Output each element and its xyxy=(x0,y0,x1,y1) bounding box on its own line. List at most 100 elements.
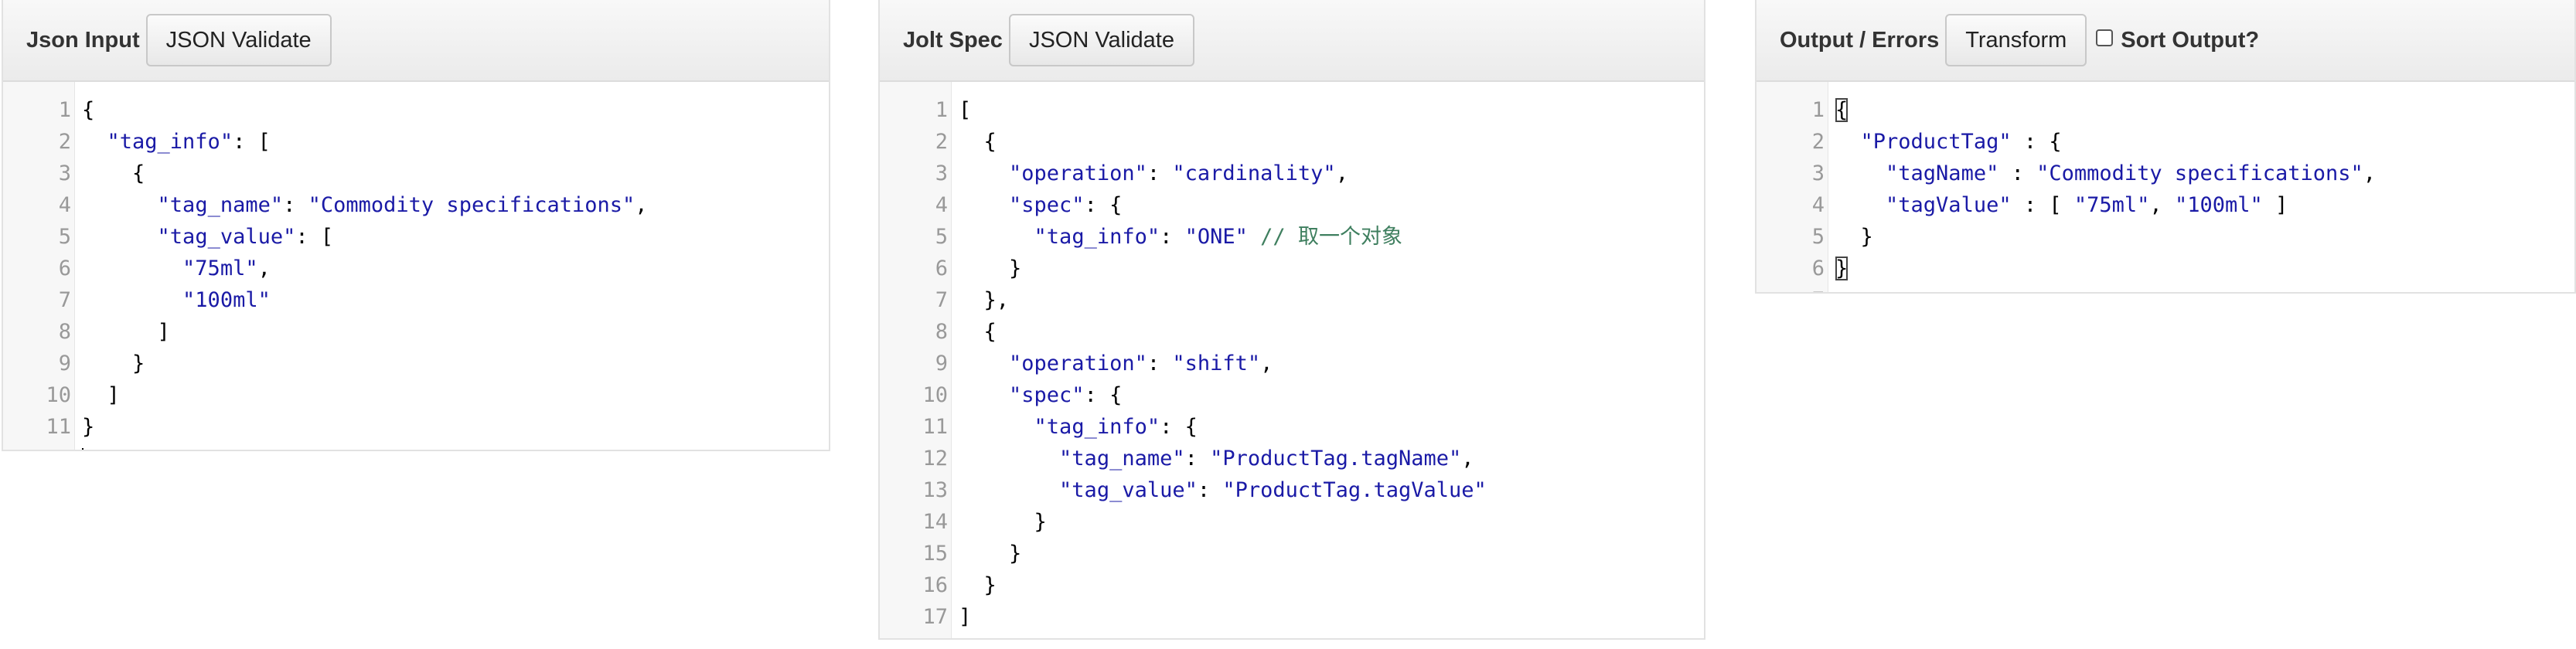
code-line: 9 "operation": "shift", xyxy=(880,348,1704,379)
json-string: "ONE" xyxy=(1184,225,1248,249)
code-lines: 1{2 "ProductTag" : {3 "tagName" : "Commo… xyxy=(1757,82,2574,292)
jolt-spec-editor[interactable]: 1[2 {3 "operation": "cardinality", 4 "spe… xyxy=(880,82,1704,638)
json-input-header: Json Input JSON Validate xyxy=(3,0,829,82)
code-line: 18 xyxy=(880,633,1704,638)
code-text: "operation": "cardinality", xyxy=(948,158,1348,189)
json-key: "tag_name" xyxy=(157,193,284,217)
code-text: } xyxy=(71,348,145,379)
line-number: 16 xyxy=(922,573,948,597)
code-line: 2 { xyxy=(880,126,1704,158)
code-punctuation: } xyxy=(82,352,145,375)
code-punctuation: , xyxy=(2363,161,2377,185)
jolt-spec-validate-button[interactable]: JSON Validate xyxy=(1008,14,1194,66)
json-string: "75ml" xyxy=(2073,193,2150,217)
code-line: 1{ xyxy=(3,94,829,126)
json-key: "ProductTag" xyxy=(1860,130,2012,154)
code-punctuation xyxy=(1248,225,1260,249)
code-line: 12 "tag_name": "ProductTag.tagName", xyxy=(880,443,1704,474)
code-line: 4 "tag_name": "Commodity specifications"… xyxy=(3,189,829,221)
line-number: 8 xyxy=(935,320,948,344)
line-number: 5 xyxy=(1811,225,1825,249)
line-number: 8 xyxy=(58,320,71,344)
line-number: 2 xyxy=(935,130,948,154)
line-number: 7 xyxy=(58,288,71,312)
code-text: "tag_name": "Commodity specifications", xyxy=(71,189,648,221)
code-punctuation: , xyxy=(635,193,648,217)
code-punctuation xyxy=(1835,193,1886,217)
sort-output-toggle[interactable]: Sort Output? xyxy=(2096,28,2259,53)
code-punctuation: : [ xyxy=(2011,193,2074,217)
line-number: 10 xyxy=(922,383,948,407)
code-punctuation: : xyxy=(283,193,308,217)
code-punctuation xyxy=(959,478,1059,502)
code-line: 5 "tag_info": "ONE" // 取一个对象 xyxy=(880,221,1704,253)
line-number: 6 xyxy=(58,257,71,280)
json-key: "tag_info" xyxy=(1034,225,1160,249)
json-string: "100ml" xyxy=(182,288,271,312)
code-punctuation xyxy=(959,225,1034,249)
sort-output-checkbox[interactable] xyxy=(2096,29,2114,46)
line-number: 12 xyxy=(922,447,948,471)
code-punctuation: : xyxy=(1147,161,1173,185)
json-input-editor[interactable]: 1{2 "tag_info": [3 {4 "tag_name": "Commo… xyxy=(3,82,829,450)
code-line: 7 "100ml" xyxy=(3,284,829,316)
transform-button[interactable]: Transform xyxy=(1945,14,2087,66)
code-line: 3 "operation": "cardinality", xyxy=(880,158,1704,189)
line-number: 6 xyxy=(1811,257,1825,280)
code-text: ] xyxy=(948,601,971,633)
code-text: "tag_info": { xyxy=(948,411,1198,443)
code-text: "tagValue" : [ "75ml", "100ml" ] xyxy=(1825,189,2288,221)
code-line: 2 "ProductTag" : { xyxy=(1757,126,2574,158)
code-punctuation: } xyxy=(1835,225,1873,249)
code-punctuation xyxy=(959,161,1009,185)
line-number: 1 xyxy=(935,98,948,122)
line-number: 13 xyxy=(922,478,948,502)
code-punctuation: : { xyxy=(1084,193,1123,217)
json-input-validate-button[interactable]: JSON Validate xyxy=(145,14,332,66)
code-line: 10 ] xyxy=(3,379,829,411)
code-line: 9 } xyxy=(3,348,829,379)
line-number: 3 xyxy=(1811,161,1825,185)
line-number: 6 xyxy=(935,257,948,280)
text-cursor xyxy=(82,447,83,450)
line-number: 2 xyxy=(58,130,71,154)
line-number: 11 xyxy=(922,415,948,439)
jolt-spec-header: Jolt Spec JSON Validate xyxy=(880,0,1704,82)
code-punctuation: , xyxy=(1461,447,1474,471)
code-line: 1{ xyxy=(1757,94,2574,126)
code-line: 1[ xyxy=(880,94,1704,126)
line-number: 2 xyxy=(1811,130,1825,154)
code-punctuation: ] xyxy=(82,383,120,407)
code-punctuation: , xyxy=(1335,161,1348,185)
code-line: 11} xyxy=(3,411,829,443)
jolt-spec-title: Jolt Spec xyxy=(903,27,1003,53)
code-punctuation: [ xyxy=(959,98,972,122)
code-line: 8 { xyxy=(880,316,1704,348)
code-text: "operation": "shift", xyxy=(948,348,1273,379)
code-text: { xyxy=(71,158,145,189)
code-line: 3 { xyxy=(3,158,829,189)
code-line: 15 } xyxy=(880,538,1704,569)
code-line: 7 xyxy=(1757,284,2574,292)
code-punctuation: : { xyxy=(1084,383,1123,407)
line-number: 4 xyxy=(935,193,948,217)
code-text: } xyxy=(948,253,1021,284)
code-punctuation xyxy=(959,383,1009,407)
code-line: 17] xyxy=(880,601,1704,633)
code-line: 5 "tag_value": [ xyxy=(3,221,829,253)
code-text: ] xyxy=(71,379,120,411)
code-punctuation: } xyxy=(82,415,95,439)
output-editor[interactable]: 1{2 "ProductTag" : {3 "tagName" : "Commo… xyxy=(1757,82,2574,292)
code-line: 4 "tagValue" : [ "75ml", "100ml" ] xyxy=(1757,189,2574,221)
matched-bracket: } xyxy=(1835,257,1849,280)
code-text: [ xyxy=(948,94,971,126)
line-number: 7 xyxy=(935,288,948,312)
code-punctuation: ] xyxy=(959,605,972,629)
code-text: ] xyxy=(71,316,170,348)
json-key: "operation" xyxy=(1009,161,1147,185)
line-number: 7 xyxy=(1757,284,1825,292)
code-line: 10 "spec": { xyxy=(880,379,1704,411)
json-key: "tag_info" xyxy=(107,130,233,154)
